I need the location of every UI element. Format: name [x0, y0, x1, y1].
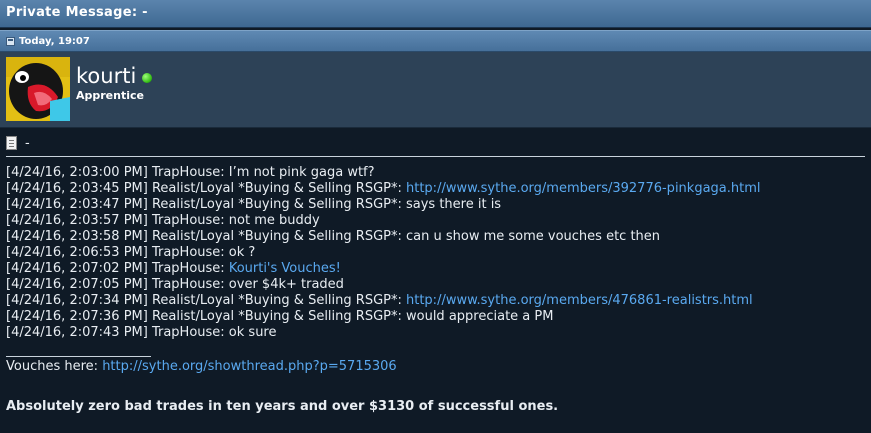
- log-text: [4/24/16, 2:03:47 PM] Realist/Loyal *Buy…: [6, 197, 502, 212]
- signature-statement: Absolutely zero bad trades in ten years …: [6, 399, 559, 414]
- vouches-link[interactable]: http://sythe.org/showthread.php?p=571530…: [102, 359, 397, 374]
- user-info: kourti Apprentice: [76, 56, 153, 102]
- profile-link[interactable]: http://www.sythe.org/members/392776-pink…: [406, 181, 761, 196]
- log-text: [4/24/16, 2:03:58 PM] Realist/Loyal *Buy…: [6, 229, 661, 244]
- log-text: [4/24/16, 2:07:34 PM] Realist/Loyal *Buy…: [6, 293, 406, 308]
- log-line: [4/24/16, 2:06:53 PM] TrapHouse: ok ?: [6, 245, 865, 261]
- log-line: [4/24/16, 2:07:02 PM] TrapHouse: Kourti'…: [6, 261, 865, 277]
- log-line: [4/24/16, 2:03:58 PM] Realist/Loyal *Buy…: [6, 229, 865, 245]
- log-line: [4/24/16, 2:07:36 PM] Realist/Loyal *Buy…: [6, 309, 865, 325]
- user-info-bar: kourti Apprentice: [0, 52, 871, 128]
- log-text: [4/24/16, 2:07:02 PM] TrapHouse:: [6, 261, 229, 276]
- signature-divider: [6, 356, 151, 357]
- username-row: kourti: [76, 64, 153, 88]
- log-line: [4/24/16, 2:03:47 PM] Realist/Loyal *Buy…: [6, 197, 865, 213]
- log-line: [4/24/16, 2:07:34 PM] Realist/Loyal *Buy…: [6, 293, 865, 309]
- chat-log: [4/24/16, 2:03:00 PM] TrapHouse: I’m not…: [6, 165, 865, 341]
- profile-link[interactable]: http://www.sythe.org/members/476861-real…: [406, 293, 753, 308]
- date-bar: Today, 19:07: [0, 30, 871, 52]
- signature-vouches: Vouches here: http://sythe.org/showthrea…: [6, 359, 865, 375]
- log-text: [4/24/16, 2:06:53 PM] TrapHouse: ok ?: [6, 245, 256, 260]
- post-icon: [6, 36, 15, 46]
- log-line: [4/24/16, 2:07:43 PM] TrapHouse: ok sure: [6, 325, 865, 341]
- post-date: Today, 19:07: [19, 35, 90, 47]
- pm-title-bar: Private Message: -: [0, 0, 871, 28]
- message-title: -: [25, 135, 30, 151]
- log-text: [4/24/16, 2:07:43 PM] TrapHouse: ok sure: [6, 325, 277, 340]
- message-body: - [4/24/16, 2:03:00 PM] TrapHouse: I’m n…: [0, 128, 871, 414]
- vouches-thread-link[interactable]: Kourti's Vouches!: [229, 261, 341, 276]
- log-text: [4/24/16, 2:03:57 PM] TrapHouse: not me …: [6, 213, 320, 228]
- vouches-label: Vouches here:: [6, 359, 103, 374]
- log-line: [4/24/16, 2:03:00 PM] TrapHouse: I’m not…: [6, 165, 865, 181]
- log-line: [4/24/16, 2:03:45 PM] Realist/Loyal *Buy…: [6, 181, 865, 197]
- online-status-icon: [142, 73, 153, 83]
- log-text: [4/24/16, 2:03:45 PM] Realist/Loyal *Buy…: [6, 181, 406, 196]
- message-title-row: -: [6, 132, 865, 154]
- document-icon: [6, 136, 17, 150]
- username-link[interactable]: kourti: [76, 64, 136, 88]
- divider: [6, 156, 865, 157]
- log-line: [4/24/16, 2:07:05 PM] TrapHouse: over $4…: [6, 277, 865, 293]
- log-text: [4/24/16, 2:03:00 PM] TrapHouse: I’m not…: [6, 165, 375, 180]
- log-line: [4/24/16, 2:03:57 PM] TrapHouse: not me …: [6, 213, 865, 229]
- log-text: [4/24/16, 2:07:36 PM] Realist/Loyal *Buy…: [6, 309, 554, 324]
- avatar[interactable]: [6, 57, 70, 121]
- page-title: Private Message: -: [6, 5, 148, 20]
- log-text: [4/24/16, 2:07:05 PM] TrapHouse: over $4…: [6, 277, 344, 292]
- user-rank: Apprentice: [76, 89, 144, 102]
